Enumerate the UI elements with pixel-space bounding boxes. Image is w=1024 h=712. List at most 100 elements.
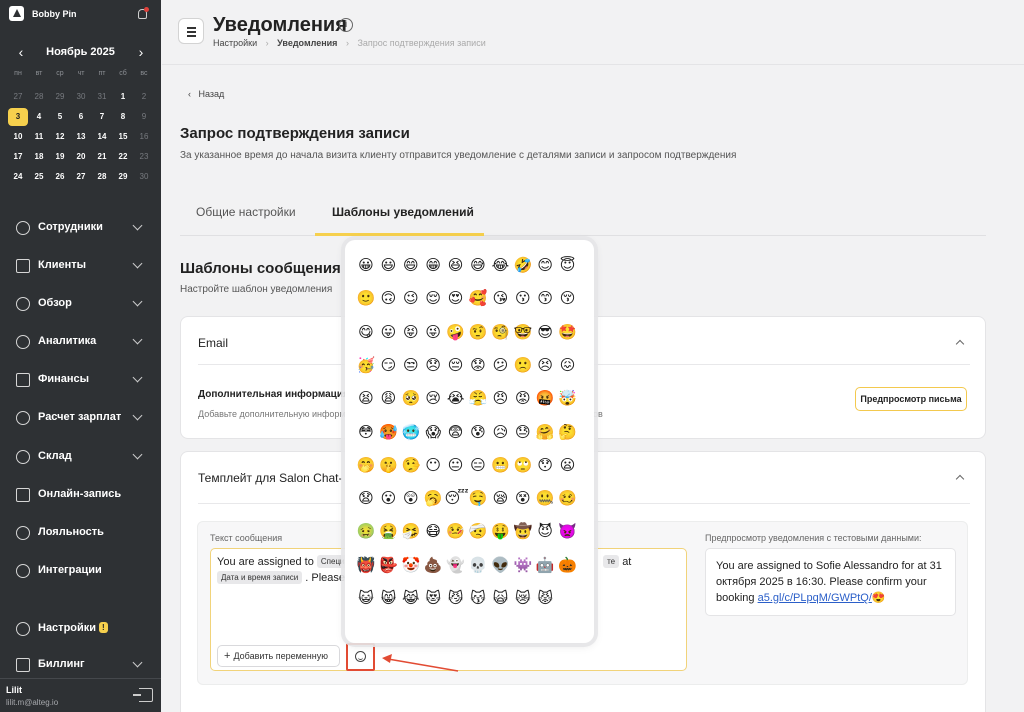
emoji-option[interactable]: 😔 <box>445 354 467 376</box>
emoji-option[interactable]: 🙄 <box>512 454 534 476</box>
emoji-option[interactable]: 😒 <box>400 354 422 376</box>
calendar-day[interactable]: 28 <box>29 88 49 106</box>
emoji-option[interactable]: 😉 <box>400 287 422 309</box>
bell-icon[interactable] <box>138 7 149 19</box>
emoji-option[interactable]: 😎 <box>534 321 556 343</box>
emoji-option[interactable]: 😻 <box>422 587 444 609</box>
calendar-day[interactable]: 30 <box>71 88 91 106</box>
company-name[interactable]: Bobby Pin <box>32 9 77 19</box>
emoji-option[interactable]: 😯 <box>534 454 556 476</box>
emoji-option[interactable]: 👿 <box>557 520 579 542</box>
emoji-option[interactable]: 😑 <box>467 454 489 476</box>
emoji-option[interactable]: 😁 <box>422 254 444 276</box>
emoji-option[interactable]: 🤫 <box>377 454 399 476</box>
emoji-option[interactable]: 🤮 <box>377 520 399 542</box>
sidebar-item-2[interactable]: Клиенты <box>0 251 161 281</box>
emoji-option[interactable]: 😲 <box>400 487 422 509</box>
emoji-option[interactable]: 🤣 <box>512 254 534 276</box>
calendar-day[interactable]: 26 <box>50 168 70 186</box>
emoji-option[interactable]: 🤑 <box>489 520 511 542</box>
emoji-option[interactable]: 🤤 <box>467 487 489 509</box>
sidebar-item-7[interactable]: Склад <box>0 442 161 472</box>
sidebar-item-1[interactable]: Сотрудники <box>0 213 161 243</box>
calendar-day[interactable]: 1 <box>113 88 133 106</box>
emoji-option[interactable]: 😷 <box>422 520 444 542</box>
emoji-option[interactable]: 😂 <box>489 254 511 276</box>
emoji-option[interactable]: 🤬 <box>534 387 556 409</box>
tab-notification-templates[interactable]: Шаблоны уведомлений <box>332 205 474 219</box>
sidebar-item-9[interactable]: Лояльность <box>0 518 161 548</box>
emoji-option[interactable]: 😢 <box>422 387 444 409</box>
emoji-option[interactable]: 😆 <box>445 254 467 276</box>
emoji-option[interactable]: 🥶 <box>400 421 422 443</box>
emoji-option[interactable]: 🥱 <box>422 487 444 509</box>
sidebar-item-10[interactable]: Интеграции <box>0 556 161 586</box>
emoji-option[interactable]: 💀 <box>467 554 489 576</box>
emoji-option[interactable]: 😫 <box>355 387 377 409</box>
emoji-option[interactable]: 😶 <box>422 454 444 476</box>
calendar-day[interactable]: 10 <box>8 128 28 146</box>
emoji-option[interactable]: 🎃 <box>557 554 579 576</box>
sidebar-item-3[interactable]: Обзор <box>0 289 161 319</box>
emoji-option[interactable]: 😄 <box>400 254 422 276</box>
calendar-day[interactable]: 3 <box>8 108 28 126</box>
emoji-option[interactable]: 🙃 <box>377 287 399 309</box>
emoji-option[interactable]: 😠 <box>489 387 511 409</box>
emoji-option[interactable]: 🤕 <box>467 520 489 542</box>
calendar-day[interactable]: 13 <box>71 128 91 146</box>
email-card-title[interactable]: Email <box>198 336 228 350</box>
emoji-option[interactable]: 😊 <box>534 254 556 276</box>
sidebar-item-8[interactable]: Онлайн-запись <box>0 480 161 510</box>
calendar-day[interactable]: 12 <box>50 128 70 146</box>
emoji-option[interactable]: 👻 <box>445 554 467 576</box>
emoji-option[interactable]: 🤐 <box>534 487 556 509</box>
calendar-day[interactable]: 20 <box>71 148 91 166</box>
emoji-option[interactable]: 🤢 <box>355 520 377 542</box>
emoji-option[interactable]: 🤨 <box>467 321 489 343</box>
emoji-option[interactable]: 😟 <box>467 354 489 376</box>
emoji-option[interactable]: 🧐 <box>489 321 511 343</box>
emoji-option[interactable]: 😥 <box>489 421 511 443</box>
emoji-option[interactable]: 🙁 <box>512 354 534 376</box>
emoji-option[interactable]: 🤡 <box>400 554 422 576</box>
calendar-day[interactable]: 19 <box>50 148 70 166</box>
emoji-option[interactable]: 😋 <box>355 321 377 343</box>
logo-icon[interactable] <box>9 6 24 21</box>
calendar-day[interactable]: 27 <box>8 88 28 106</box>
chat-card-title[interactable]: Темплейт для Salon Chat- <box>198 471 343 485</box>
add-variable-button[interactable]: + Добавить переменную <box>217 645 340 667</box>
emoji-option[interactable]: 😐 <box>445 454 467 476</box>
emoji-option[interactable]: 😍 <box>445 287 467 309</box>
sidebar-item-billing[interactable]: Биллинг <box>0 650 161 680</box>
calendar-day[interactable]: 6 <box>71 108 91 126</box>
calendar-day[interactable]: 7 <box>92 108 112 126</box>
emoji-option[interactable]: 😾 <box>534 587 556 609</box>
chevron-up-icon[interactable] <box>955 339 965 349</box>
tab-general-settings[interactable]: Общие настройки <box>196 205 296 219</box>
breadcrumb-notifications[interactable]: Уведомления <box>277 38 337 48</box>
calendar-day[interactable]: 27 <box>71 168 91 186</box>
emoji-option[interactable]: 😈 <box>534 520 556 542</box>
emoji-option[interactable]: 🙂 <box>355 287 377 309</box>
emoji-option[interactable]: 😦 <box>557 454 579 476</box>
emoji-option[interactable]: 😡 <box>512 387 534 409</box>
emoji-option[interactable]: 😰 <box>467 421 489 443</box>
emoji-option[interactable]: 🥴 <box>557 487 579 509</box>
emoji-option[interactable]: 😸 <box>377 587 399 609</box>
calendar-day[interactable]: 18 <box>29 148 49 166</box>
emoji-option[interactable]: 🙀 <box>489 587 511 609</box>
emoji-option[interactable]: 😬 <box>489 454 511 476</box>
emoji-option[interactable]: 👹 <box>355 554 377 576</box>
emoji-option[interactable]: 🤒 <box>445 520 467 542</box>
calendar-day[interactable]: 8 <box>113 108 133 126</box>
emoji-option[interactable]: 💩 <box>422 554 444 576</box>
calendar-day[interactable]: 15 <box>113 128 133 146</box>
calendar-day[interactable]: 14 <box>92 128 112 146</box>
emoji-option[interactable]: 😳 <box>355 421 377 443</box>
calendar-day[interactable]: 29 <box>113 168 133 186</box>
emoji-option[interactable]: 🤓 <box>512 321 534 343</box>
calendar-day[interactable]: 11 <box>29 128 49 146</box>
sidebar-item-5[interactable]: Финансы <box>0 365 161 395</box>
emoji-option[interactable]: 😜 <box>422 321 444 343</box>
menu-button[interactable] <box>178 18 204 44</box>
